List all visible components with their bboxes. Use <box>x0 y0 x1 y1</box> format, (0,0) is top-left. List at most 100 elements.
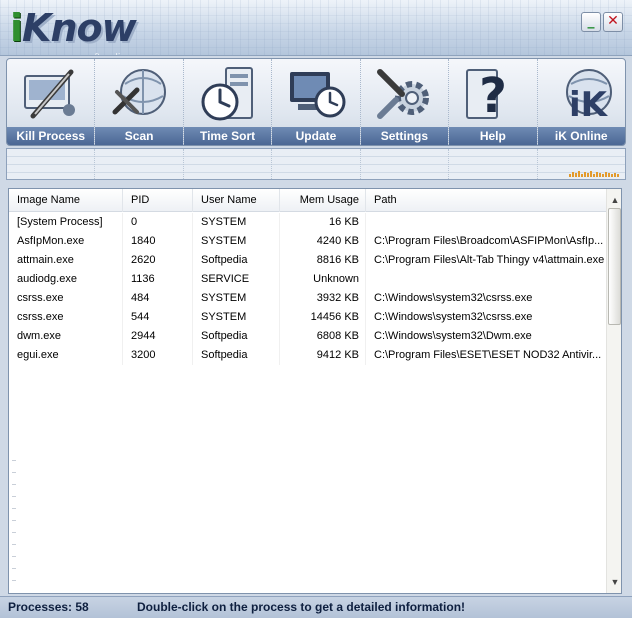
cell-user-name: SYSTEM <box>193 213 280 232</box>
cell-user-name: SERVICE <box>193 270 280 289</box>
cell-pid: 1840 <box>123 232 193 251</box>
table-row[interactable]: egui.exe 3200 Softpedia 9412 KB C:\Progr… <box>9 346 606 365</box>
settings-icon <box>377 69 430 119</box>
cell-path: C:\Windows\system32\csrss.exe <box>374 311 533 323</box>
table-row[interactable]: audiodg.exe 1136 SERVICE Unknown <box>9 270 606 289</box>
column-header-pid[interactable]: PID <box>123 189 193 212</box>
cell-image-name: attmain.exe <box>9 251 123 270</box>
ik-online-icon: iK <box>566 69 613 125</box>
cell-mem-usage: 16 KB <box>280 213 366 232</box>
empty-area-guides <box>12 449 16 589</box>
cell-mem-usage: 14456 KB <box>280 308 366 327</box>
table-row[interactable]: AsfIpMon.exe 1840 SYSTEM 4240 KB C:\Prog… <box>9 232 606 251</box>
vertical-scrollbar[interactable]: ▲ ▼ <box>606 189 621 593</box>
time-sort-button[interactable]: Time Sort <box>183 59 273 145</box>
cell-user-name: SYSTEM <box>193 232 280 251</box>
kill-process-button[interactable]: Kill Process <box>7 59 96 145</box>
cell-pid: 3200 <box>123 346 193 365</box>
activity-cell <box>7 149 96 179</box>
scroll-up-icon[interactable]: ▲ <box>607 192 621 208</box>
activity-strip <box>6 148 626 180</box>
cell-image-name: csrss.exe <box>9 289 123 308</box>
ik-online-label: iK Online <box>537 127 625 145</box>
table-row[interactable]: attmain.exe 2620 Softpedia 8816 KB C:\Pr… <box>9 251 606 270</box>
cell-image-name: egui.exe <box>9 346 123 365</box>
table-row[interactable]: csrss.exe 484 SYSTEM 3932 KB C:\Windows\… <box>9 289 606 308</box>
cell-mem-usage: 6808 KB <box>280 327 366 346</box>
activity-cell <box>95 149 184 179</box>
column-header-user-name[interactable]: User Name <box>193 189 280 212</box>
cell-user-name: Softpedia <box>193 327 280 346</box>
activity-cell <box>449 149 538 179</box>
process-table: Image Name PID User Name Mem Usage Path … <box>8 188 622 594</box>
app-logo: iKnow www.softpedia.com <box>10 6 150 55</box>
scroll-down-icon[interactable]: ▼ <box>607 574 621 590</box>
activity-cell <box>272 149 361 179</box>
title-bar: iKnow www.softpedia.com _ ✕ <box>0 0 632 56</box>
cell-user-name: SYSTEM <box>193 289 280 308</box>
cell-pid: 2620 <box>123 251 193 270</box>
cell-path: C:\Program Files\Broadcom\ASFIPMon\AsfIp… <box>374 235 604 247</box>
activity-cell <box>183 149 273 179</box>
cell-image-name: AsfIpMon.exe <box>9 232 123 251</box>
cell-path: C:\Windows\system32\csrss.exe <box>374 292 533 304</box>
cell-path: C:\Program Files\Alt-Tab Thingy v4\attma… <box>374 254 605 266</box>
cell-pid: 0 <box>123 213 193 232</box>
help-button[interactable]: ? Help <box>449 59 538 145</box>
activity-bars <box>568 171 619 177</box>
table-row[interactable]: dwm.exe 2944 Softpedia 6808 KB C:\Window… <box>9 327 606 346</box>
cell-path <box>366 270 606 289</box>
column-header-image-name[interactable]: Image Name <box>9 189 123 212</box>
cell-image-name: [System Process] <box>9 213 123 232</box>
cell-image-name: csrss.exe <box>9 308 123 327</box>
table-rows: [System Process] 0 SYSTEM 16 KB AsfIpMon… <box>9 213 606 365</box>
minimize-button[interactable]: _ <box>581 12 601 32</box>
table-header: Image Name PID User Name Mem Usage Path <box>9 189 606 212</box>
cell-pid: 2944 <box>123 327 193 346</box>
cell-pid: 484 <box>123 289 193 308</box>
settings-button[interactable]: Settings <box>360 59 450 145</box>
cell-image-name: audiodg.exe <box>9 270 123 289</box>
cell-user-name: SYSTEM <box>193 308 280 327</box>
scan-label: Scan <box>95 127 183 145</box>
ik-online-button[interactable]: iK iK Online <box>537 59 625 145</box>
cell-mem-usage: Unknown <box>280 270 366 289</box>
cell-mem-usage: 3932 KB <box>280 289 366 308</box>
kill-process-icon <box>23 69 75 119</box>
scan-button[interactable]: Scan <box>95 59 184 145</box>
status-bar: Processes: 58 Double-click on the proces… <box>0 596 632 618</box>
cell-user-name: Softpedia <box>193 251 280 270</box>
column-header-mem-usage[interactable]: Mem Usage <box>280 189 366 212</box>
time-sort-icon <box>201 67 253 121</box>
help-label: Help <box>449 127 537 145</box>
cell-pid: 1136 <box>123 270 193 289</box>
cell-mem-usage: 9412 KB <box>280 346 366 365</box>
cell-path <box>366 213 606 232</box>
time-sort-label: Time Sort <box>183 127 272 145</box>
scrollbar-thumb[interactable] <box>608 208 621 325</box>
table-row[interactable]: csrss.exe 544 SYSTEM 14456 KB C:\Windows… <box>9 308 606 327</box>
cell-mem-usage: 4240 KB <box>280 232 366 251</box>
settings-label: Settings <box>360 127 449 145</box>
svg-text:?: ? <box>479 68 507 124</box>
cell-path: C:\Program Files\ESET\ESET NOD32 Antivir… <box>374 349 602 361</box>
process-count: Processes: 58 <box>8 600 89 614</box>
update-button[interactable]: Update <box>272 59 361 145</box>
watermark: www.softpedia.com <box>60 36 148 55</box>
close-button[interactable]: ✕ <box>603 12 623 32</box>
column-header-path[interactable]: Path <box>366 189 606 212</box>
cell-mem-usage: 8816 KB <box>280 251 366 270</box>
logo-letter-i: i <box>10 6 23 50</box>
activity-cell <box>537 149 625 179</box>
update-icon <box>289 72 346 118</box>
cell-path: C:\Windows\system32\Dwm.exe <box>374 330 532 342</box>
activity-cell <box>360 149 450 179</box>
cell-user-name: Softpedia <box>193 346 280 365</box>
kill-process-label: Kill Process <box>7 127 95 145</box>
cell-pid: 544 <box>123 308 193 327</box>
update-label: Update <box>272 127 360 145</box>
cell-image-name: dwm.exe <box>9 327 123 346</box>
table-row[interactable]: [System Process] 0 SYSTEM 16 KB <box>9 213 606 232</box>
help-icon: ? <box>465 68 507 124</box>
main-toolbar: Kill Process Scan Time Sort Update Setti… <box>6 58 626 146</box>
